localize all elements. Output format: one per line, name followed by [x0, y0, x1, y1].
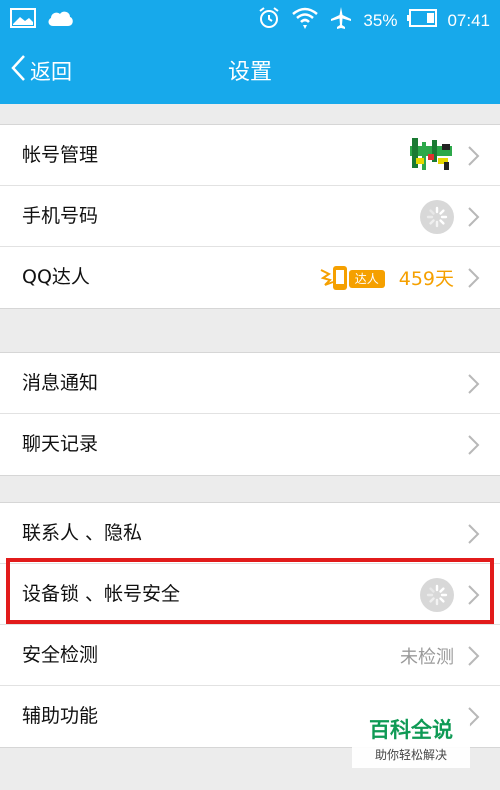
daren-badge-text: 达人 — [354, 271, 379, 286]
image-icon — [10, 8, 36, 32]
row-label: 安全检测 — [22, 644, 99, 666]
daren-days: 459天 — [398, 268, 454, 290]
settings-row-security-check[interactable]: 安全检测 未检测 — [0, 625, 500, 686]
cloud-icon — [46, 8, 74, 32]
settings-row-contacts-privacy[interactable]: 联系人 、隐私 — [0, 503, 500, 564]
settings-row-account-management[interactable]: 帐号管理 — [0, 125, 500, 186]
row-label: 消息通知 — [22, 372, 99, 394]
daren-badge-icon: 达人 — [319, 264, 387, 292]
clock: 07:41 — [447, 10, 490, 30]
airplane-icon — [329, 6, 353, 35]
settings-row-phone-number[interactable]: 手机号码 — [0, 186, 500, 247]
watermark: 百科全说 助你轻松解决 — [352, 710, 470, 768]
settings-group-account: 帐号管理 手机号码 QQ达人 达人 459天 — [0, 124, 500, 309]
chevron-right-icon — [468, 584, 480, 605]
watermark-subtitle: 助你轻松解决 — [374, 748, 447, 762]
chevron-right-icon — [468, 267, 480, 288]
watermark-title: 百科全说 — [369, 718, 453, 742]
chevron-right-icon — [468, 434, 480, 455]
row-label: 辅助功能 — [22, 705, 99, 727]
chevron-right-icon — [468, 523, 480, 544]
page-title: 设置 — [227, 60, 272, 85]
settings-row-notifications[interactable]: 消息通知 — [0, 353, 500, 414]
chevron-right-icon — [468, 645, 480, 666]
row-label: 设备锁 、帐号安全 — [22, 583, 181, 605]
row-label: 手机号码 — [22, 205, 99, 227]
chevron-right-icon — [468, 145, 480, 166]
chevron-right-icon — [468, 206, 480, 227]
qr-code-thumbnail-icon — [408, 134, 454, 178]
settings-row-chat-history[interactable]: 聊天记录 — [0, 414, 500, 475]
loading-spinner-icon — [420, 199, 454, 234]
settings-row-device-lock-security[interactable]: 设备锁 、帐号安全 — [0, 564, 500, 625]
nav-bar: 返回 设置 — [0, 38, 500, 104]
wifi-icon — [291, 6, 319, 35]
battery-percent: 35% — [363, 10, 398, 30]
battery-icon — [407, 9, 438, 32]
settings-row-qq-daren[interactable]: QQ达人 达人 459天 — [0, 247, 500, 308]
row-label: QQ达人 — [22, 266, 90, 288]
alarm-icon — [257, 6, 281, 35]
row-label: 聊天记录 — [22, 433, 99, 455]
chevron-right-icon — [468, 373, 480, 394]
status-bar: 35% 07:41 — [0, 0, 500, 38]
row-label: 联系人 、隐私 — [22, 522, 143, 544]
row-label: 帐号管理 — [22, 144, 99, 166]
settings-group-messages: 消息通知 聊天记录 — [0, 352, 500, 476]
security-check-status: 未检测 — [400, 646, 454, 668]
loading-spinner-icon — [420, 577, 454, 612]
